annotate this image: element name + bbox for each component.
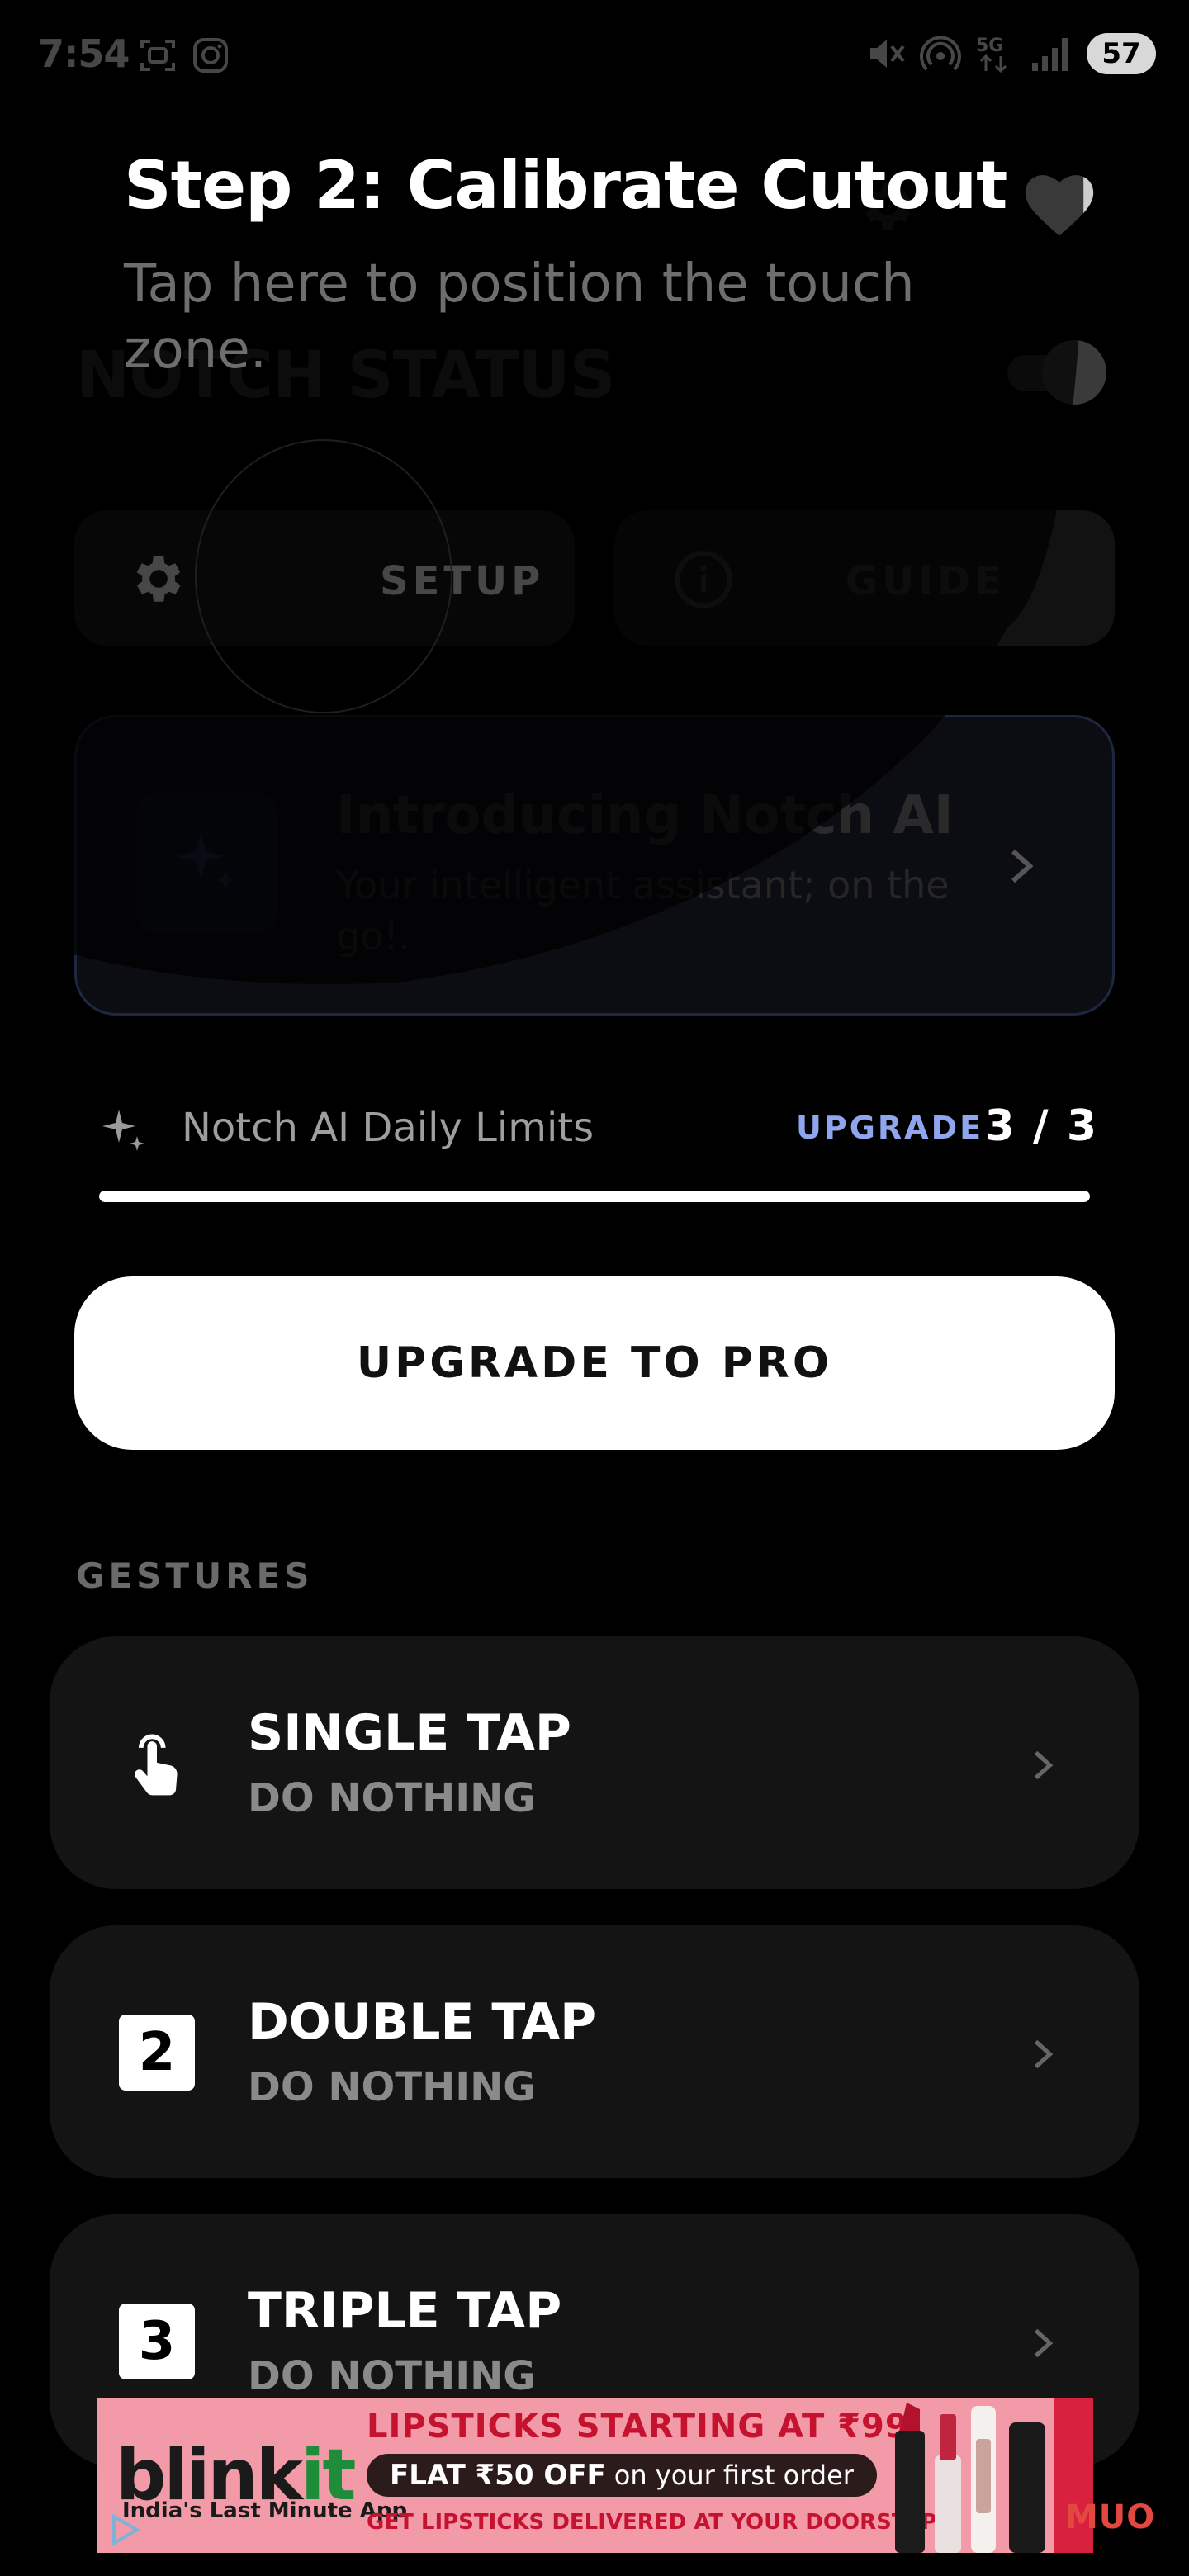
- ad-banner[interactable]: blinkit India's Last Minute App LIPSTICK…: [97, 2398, 1093, 2553]
- daily-limits-label: Notch AI Daily Limits: [182, 1105, 594, 1151]
- daily-limits-row: Notch AI Daily Limits UPGRADE 3 / 3: [99, 1098, 1098, 1164]
- ad-tagline: India's Last Minute App: [122, 2498, 408, 2523]
- onboarding-subtitle[interactable]: Tap here to position the touch zone.: [124, 251, 950, 383]
- gesture-value: DO NOTHING: [248, 1775, 536, 1821]
- number-3-icon: 3: [119, 2304, 195, 2379]
- upgrade-to-pro-button[interactable]: UPGRADE TO PRO: [74, 1276, 1115, 1450]
- number-2-icon: 2: [119, 2015, 195, 2091]
- chevron-right-icon: [1034, 2328, 1054, 2358]
- ad-offer-pill: FLAT ₹50 OFF on your first order: [367, 2454, 877, 2497]
- gear-icon: [136, 556, 181, 602]
- gesture-double-tap[interactable]: 2 DOUBLE TAP DO NOTHING: [50, 1925, 1139, 2178]
- gestures-header: GESTURES: [76, 1556, 314, 1596]
- heart-icon[interactable]: [1024, 172, 1095, 238]
- signal-icon: [1032, 38, 1068, 71]
- sparkle-icon: [102, 1110, 144, 1151]
- lipstick-products-image: [895, 2398, 1093, 2553]
- notch-ai-card[interactable]: Introducing Notch AI Your intelligent as…: [74, 715, 1115, 1016]
- settings-gear-icon[interactable]: [854, 175, 917, 238]
- gesture-value: DO NOTHING: [248, 2064, 536, 2110]
- chevron-right-icon: [1034, 2039, 1054, 2069]
- instagram-icon: [193, 38, 228, 73]
- ai-card-title: Introducing Notch AI: [336, 785, 954, 846]
- battery-indicator: 57: [1087, 33, 1156, 74]
- setup-label: SETUP: [380, 558, 545, 604]
- ai-card-subtitle: Your intelligent assistant; on the go!.: [336, 863, 950, 959]
- ad-headline: LIPSTICKS STARTING AT ₹99: [367, 2408, 909, 2446]
- gesture-name: DOUBLE TAP: [248, 1993, 597, 2051]
- gesture-value: DO NOTHING: [248, 2353, 536, 2399]
- limits-progress-bar: [99, 1191, 1090, 1202]
- sparkle-icon: [178, 833, 235, 891]
- guide-label: GUIDE: [846, 558, 1006, 604]
- ai-icon-box: [136, 792, 278, 934]
- gesture-single-tap[interactable]: SINGLE TAP DO NOTHING: [50, 1636, 1139, 1889]
- tap-hand-icon: [135, 1734, 178, 1796]
- 5g-icon: 5G: [976, 36, 1007, 73]
- screenshot-icon: [140, 40, 175, 71]
- chevron-right-icon: [1011, 849, 1034, 883]
- status-time: 7:54: [38, 31, 130, 76]
- limits-count: 3 / 3: [984, 1101, 1098, 1151]
- status-bar: 7:54 5G 57: [0, 0, 1189, 116]
- limits-progress-fill: [99, 1191, 1090, 1202]
- info-icon: [675, 551, 732, 608]
- notch-status-toggle[interactable]: [1007, 340, 1106, 406]
- ad-offer-bold: FLAT ₹50 OFF: [390, 2459, 606, 2492]
- toggle-knob: [1042, 340, 1106, 405]
- gesture-name: TRIPLE TAP: [248, 2282, 562, 2340]
- gesture-name: SINGLE TAP: [248, 1704, 571, 1762]
- ad-offer-rest: on your first order: [613, 2460, 854, 2491]
- watermark-logo: MUO: [1065, 2498, 1156, 2536]
- setup-button[interactable]: SETUP: [74, 510, 575, 646]
- chevron-right-icon: [1034, 1750, 1054, 1780]
- svg-text:5G: 5G: [976, 36, 1003, 56]
- guide-button[interactable]: GUIDE: [614, 510, 1115, 646]
- ad-footer: GET LIPSTICKS DELIVERED AT YOUR DOORSTEP: [367, 2510, 937, 2535]
- hotspot-icon: [920, 36, 961, 71]
- ad-play-icon: [112, 2513, 141, 2546]
- upgrade-to-pro-label: UPGRADE TO PRO: [356, 1338, 833, 1388]
- mute-icon: [870, 40, 905, 68]
- upgrade-link[interactable]: UPGRADE: [796, 1110, 983, 1146]
